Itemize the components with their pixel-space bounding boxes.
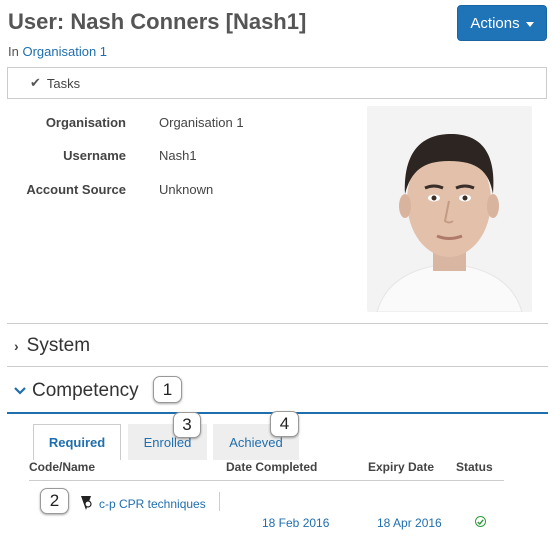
table-header-divider (29, 480, 504, 481)
chevron-right-icon: › (14, 338, 19, 354)
callout-1: 1 (153, 376, 182, 403)
caret-down-icon (525, 21, 534, 27)
system-section-label: System (26, 335, 91, 356)
competency-name-link[interactable]: c-p CPR techniques (99, 497, 206, 511)
callout-3: 3 (173, 412, 201, 438)
tasks-label: Tasks (46, 75, 81, 91)
tab-required[interactable]: Required (33, 424, 121, 460)
username-label: Username (63, 148, 126, 163)
callout-2: 2 (40, 488, 69, 514)
column-header-status: Status (456, 460, 493, 474)
column-header-expiry-date: Expiry Date (368, 460, 435, 474)
tasks-button[interactable]: ✔ Tasks (7, 67, 547, 99)
user-photo (367, 106, 532, 312)
ok-circle-icon (475, 516, 486, 527)
actions-button[interactable]: Actions (457, 5, 547, 41)
tab-required-label: Required (48, 435, 106, 450)
callout-4: 4 (270, 411, 299, 437)
account-source-value: Unknown (159, 182, 214, 197)
expiry-date-value: 18 Apr 2016 (377, 516, 442, 530)
competency-section-header[interactable]: Competency (14, 380, 139, 402)
column-header-code-name: Code/Name (29, 460, 96, 474)
row-divider (219, 492, 220, 511)
organisation-label: Organisation (45, 115, 126, 130)
breadcrumb-organisation-link[interactable]: Organisation 1 (22, 44, 107, 59)
breadcrumb: In Organisation 1 (8, 44, 107, 59)
chevron-down-icon (14, 387, 26, 395)
page-title: User: Nash Conners [Nash1] (8, 9, 307, 34)
breadcrumb-prefix: In (8, 44, 19, 59)
competency-section-label: Competency (32, 380, 139, 401)
account-source-label: Account Source (26, 182, 126, 197)
divider (7, 323, 548, 324)
actions-label: Actions (470, 14, 520, 32)
competency-type-icon (79, 495, 93, 516)
date-completed-value: 18 Feb 2016 (262, 516, 330, 530)
divider (7, 366, 548, 367)
organisation-value-link[interactable]: Organisation 1 (159, 115, 244, 130)
check-icon: ✔ (30, 75, 41, 90)
username-value: Nash1 (159, 148, 197, 163)
system-section-header[interactable]: › System (14, 335, 90, 357)
column-header-date-completed: Date Completed (226, 460, 318, 474)
